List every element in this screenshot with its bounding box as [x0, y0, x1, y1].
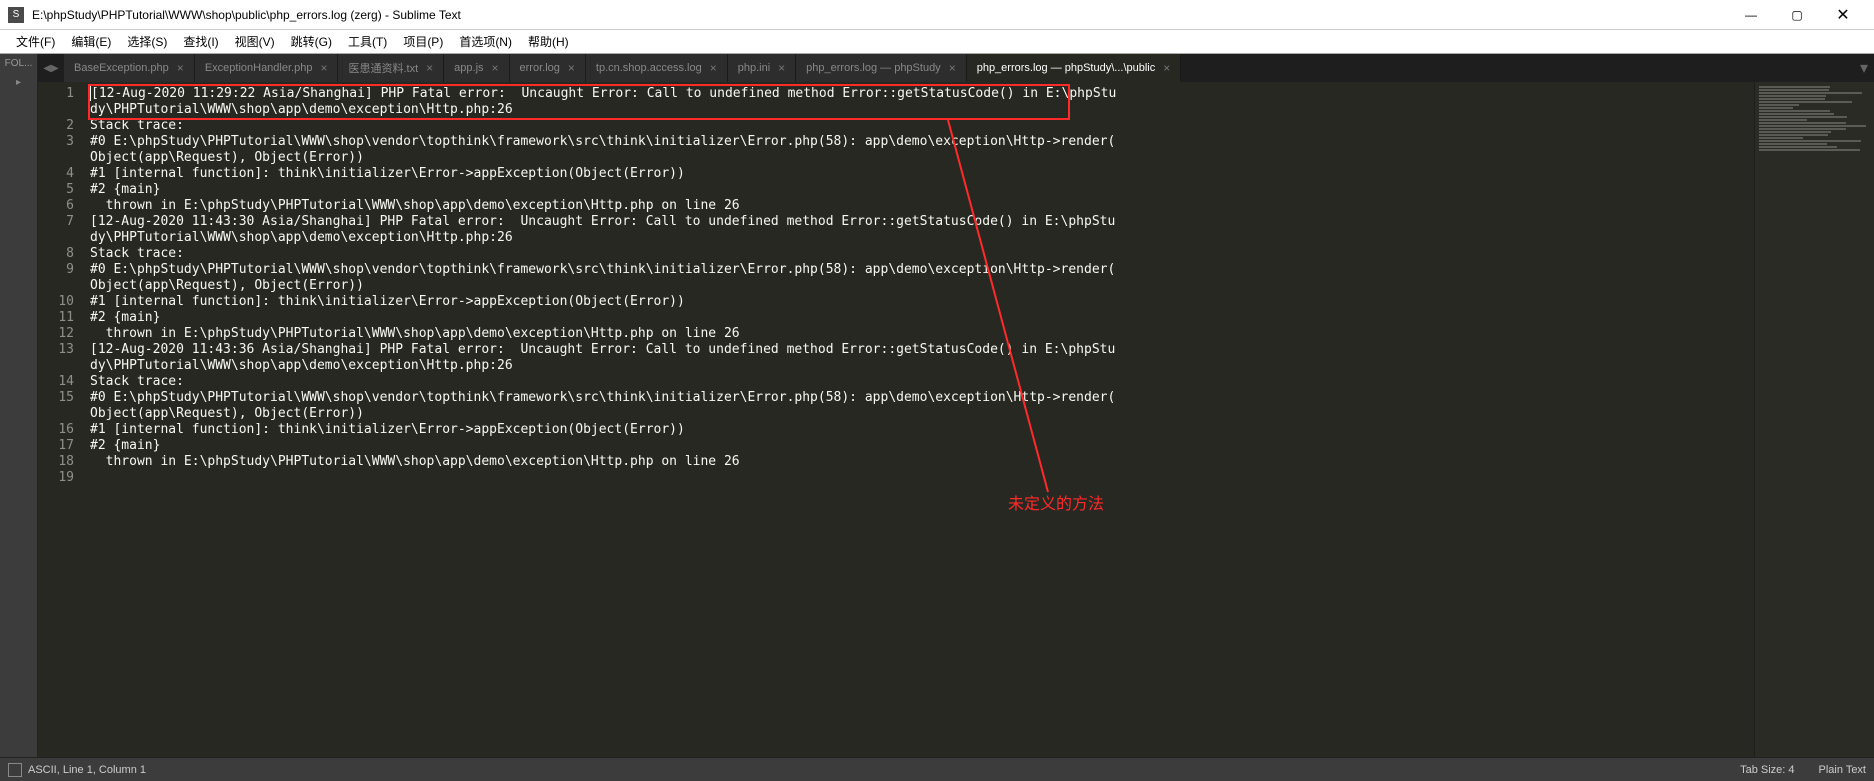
code-line: Stack trace: [90, 118, 1754, 134]
tab-2[interactable]: 医患通资料.txt × [338, 54, 444, 82]
maximize-button[interactable]: ▢ [1774, 0, 1820, 30]
code-line: Object(app\Request), Object(Error)) [90, 278, 1754, 294]
status-syntax[interactable]: Plain Text [1819, 764, 1867, 776]
menu-edit[interactable]: 编辑(E) [63, 33, 119, 50]
tab-close-icon[interactable]: × [177, 61, 184, 75]
tab-close-icon[interactable]: × [949, 61, 956, 75]
code-line: Stack trace: [90, 246, 1754, 262]
tab-label: php.ini [738, 62, 770, 74]
code-line: #0 E:\phpStudy\PHPTutorial\WWW\shop\vend… [90, 134, 1754, 150]
tab-label: BaseException.php [74, 62, 169, 74]
minimap[interactable] [1754, 82, 1874, 757]
code-line: #1 [internal function]: think\initialize… [90, 294, 1754, 310]
menu-preferences[interactable]: 首选项(N) [451, 33, 520, 50]
tab-label: php_errors.log — phpStudy [806, 62, 941, 74]
tab-close-icon[interactable]: × [568, 61, 575, 75]
code-line: #0 E:\phpStudy\PHPTutorial\WWW\shop\vend… [90, 262, 1754, 278]
tab-close-icon[interactable]: × [710, 61, 717, 75]
code-line: [12-Aug-2020 11:43:36 Asia/Shanghai] PHP… [90, 342, 1754, 358]
code-line: Object(app\Request), Object(Error)) [90, 406, 1754, 422]
menubar: 文件(F) 编辑(E) 选择(S) 查找(I) 视图(V) 跳转(G) 工具(T… [0, 30, 1874, 54]
editor-body[interactable]: 12345678910111213141516171819 [12-Aug-20… [38, 82, 1874, 757]
code-line: #2 {main} [90, 310, 1754, 326]
tab-label: app.js [454, 62, 483, 74]
folder-collapse-icon[interactable]: ▸ [0, 77, 37, 88]
tab-7[interactable]: php_errors.log — phpStudy × [796, 54, 967, 82]
tab-dropdown-icon[interactable]: ▾ [1854, 54, 1874, 82]
tab-3[interactable]: app.js × [444, 54, 509, 82]
tab-label: tp.cn.shop.access.log [596, 62, 702, 74]
code-line: #1 [internal function]: think\initialize… [90, 166, 1754, 182]
tab-label: ExceptionHandler.php [205, 62, 313, 74]
menu-tools[interactable]: 工具(T) [340, 33, 395, 50]
code-area[interactable]: [12-Aug-2020 11:29:22 Asia/Shanghai] PHP… [84, 82, 1754, 757]
menu-project[interactable]: 项目(P) [395, 33, 451, 50]
tab-close-icon[interactable]: × [492, 61, 499, 75]
code-line: Stack trace: [90, 374, 1754, 390]
line-gutter: 12345678910111213141516171819 [38, 82, 84, 757]
window-title: E:\phpStudy\PHPTutorial\WWW\shop\public\… [32, 8, 1728, 22]
tab-label: 医患通资料.txt [348, 60, 418, 76]
menu-goto[interactable]: 跳转(G) [283, 33, 340, 50]
annotation-label: 未定义的方法 [1008, 490, 1104, 514]
code-line: #2 {main} [90, 438, 1754, 454]
tab-close-icon[interactable]: × [1163, 61, 1170, 75]
titlebar: S E:\phpStudy\PHPTutorial\WWW\shop\publi… [0, 0, 1874, 30]
tab-close-icon[interactable]: × [320, 61, 327, 75]
tab-4[interactable]: error.log × [510, 54, 586, 82]
minimize-button[interactable]: — [1728, 0, 1774, 30]
tab-close-icon[interactable]: × [426, 61, 433, 75]
tabbar: ◀▶ BaseException.php×ExceptionHandler.ph… [38, 54, 1874, 82]
window-controls: — ▢ ✕ [1728, 0, 1866, 30]
sidebar[interactable]: FOL... ▸ [0, 54, 38, 757]
statusbar: ASCII, Line 1, Column 1 Tab Size: 4 Plai… [0, 757, 1874, 781]
code-line: dy\PHPTutorial\WWW\shop\app\demo\excepti… [90, 358, 1754, 374]
code-line: dy\PHPTutorial\WWW\shop\app\demo\excepti… [90, 230, 1754, 246]
app-icon: S [8, 7, 24, 23]
status-tab-size[interactable]: Tab Size: 4 [1740, 764, 1794, 776]
tab-1[interactable]: ExceptionHandler.php × [195, 54, 339, 82]
editor-container: ◀▶ BaseException.php×ExceptionHandler.ph… [38, 54, 1874, 757]
main-area: FOL... ▸ ◀▶ BaseException.php×ExceptionH… [0, 54, 1874, 757]
close-button[interactable]: ✕ [1820, 0, 1866, 30]
menu-file[interactable]: 文件(F) [8, 33, 63, 50]
code-line [90, 470, 1754, 486]
code-line: thrown in E:\phpStudy\PHPTutorial\WWW\sh… [90, 198, 1754, 214]
tab-8[interactable]: php_errors.log — phpStudy\...\public × [967, 54, 1182, 82]
code-line: [12-Aug-2020 11:29:22 Asia/Shanghai] PHP… [90, 86, 1754, 102]
tab-5[interactable]: tp.cn.shop.access.log × [586, 54, 728, 82]
tab-close-icon[interactable]: × [778, 61, 785, 75]
tab-label: error.log [520, 62, 560, 74]
menu-help[interactable]: 帮助(H) [520, 33, 577, 50]
menu-find[interactable]: 查找(I) [175, 33, 226, 50]
code-line: [12-Aug-2020 11:43:30 Asia/Shanghai] PHP… [90, 214, 1754, 230]
tab-scroll-left-icon[interactable]: ◀▶ [38, 54, 64, 82]
code-line: #0 E:\phpStudy\PHPTutorial\WWW\shop\vend… [90, 390, 1754, 406]
code-line: #1 [internal function]: think\initialize… [90, 422, 1754, 438]
tab-6[interactable]: php.ini × [728, 54, 796, 82]
code-line: thrown in E:\phpStudy\PHPTutorial\WWW\sh… [90, 454, 1754, 470]
code-line: dy\PHPTutorial\WWW\shop\app\demo\excepti… [90, 102, 1754, 118]
code-line: thrown in E:\phpStudy\PHPTutorial\WWW\sh… [90, 326, 1754, 342]
status-panel-icon[interactable] [8, 763, 22, 777]
menu-view[interactable]: 视图(V) [227, 33, 283, 50]
code-line: Object(app\Request), Object(Error)) [90, 150, 1754, 166]
menu-select[interactable]: 选择(S) [119, 33, 175, 50]
tab-label: php_errors.log — phpStudy\...\public [977, 62, 1156, 74]
tab-0[interactable]: BaseException.php × [64, 54, 195, 82]
code-line: #2 {main} [90, 182, 1754, 198]
folders-label: FOL... [0, 54, 37, 73]
status-position[interactable]: ASCII, Line 1, Column 1 [28, 764, 146, 776]
